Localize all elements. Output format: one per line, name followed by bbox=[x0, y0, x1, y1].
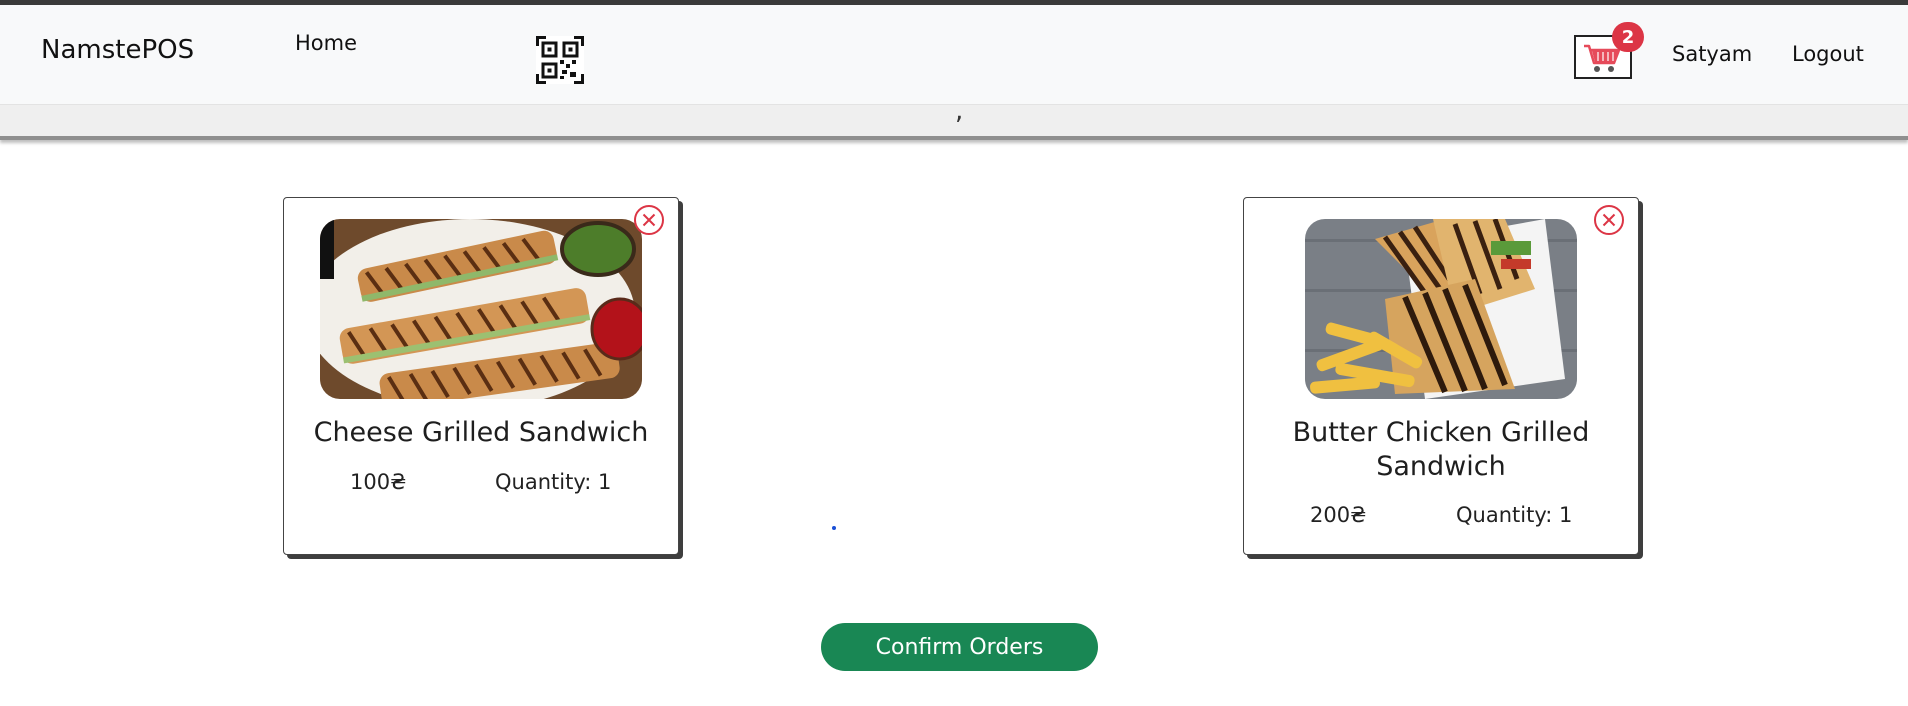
item-price: 100₴ bbox=[350, 470, 407, 494]
item-price: 200₴ bbox=[1310, 503, 1367, 527]
item-name: Butter Chicken Grilled Sandwich bbox=[1292, 417, 1590, 482]
item-quantity: Quantity: 1 bbox=[495, 470, 612, 494]
cart-item-card: Cheese Grilled Sandwich 100₴ Quantity: 1 bbox=[283, 197, 679, 555]
remove-item-icon[interactable] bbox=[1593, 204, 1625, 236]
loading-dot bbox=[832, 526, 836, 530]
remove-item-icon[interactable] bbox=[633, 204, 665, 236]
nav-home-link[interactable]: Home bbox=[295, 31, 357, 55]
qr-code-icon[interactable] bbox=[536, 36, 584, 84]
nav-logout-link[interactable]: Logout bbox=[1792, 42, 1864, 66]
item-quantity: Quantity: 1 bbox=[1456, 503, 1573, 527]
brand-logo[interactable]: NamstePOS bbox=[41, 35, 194, 65]
item-name: Cheese Grilled Sandwich bbox=[313, 417, 649, 448]
navbar: NamstePOS Home 2 Satyam Logout bbox=[0, 5, 1908, 105]
page-header-strip: , bbox=[0, 104, 1908, 140]
nav-user-link[interactable]: Satyam bbox=[1672, 42, 1752, 66]
confirm-orders-button[interactable]: Confirm Orders bbox=[821, 623, 1098, 671]
butter-chicken-grilled-sandwich-image bbox=[1305, 219, 1577, 399]
cheese-grilled-sandwich-image bbox=[320, 219, 642, 399]
header-glyph: , bbox=[955, 104, 964, 126]
cart-item-card: Butter Chicken Grilled Sandwich 200₴ Qua… bbox=[1243, 197, 1639, 555]
cart-count-badge: 2 bbox=[1612, 22, 1644, 52]
